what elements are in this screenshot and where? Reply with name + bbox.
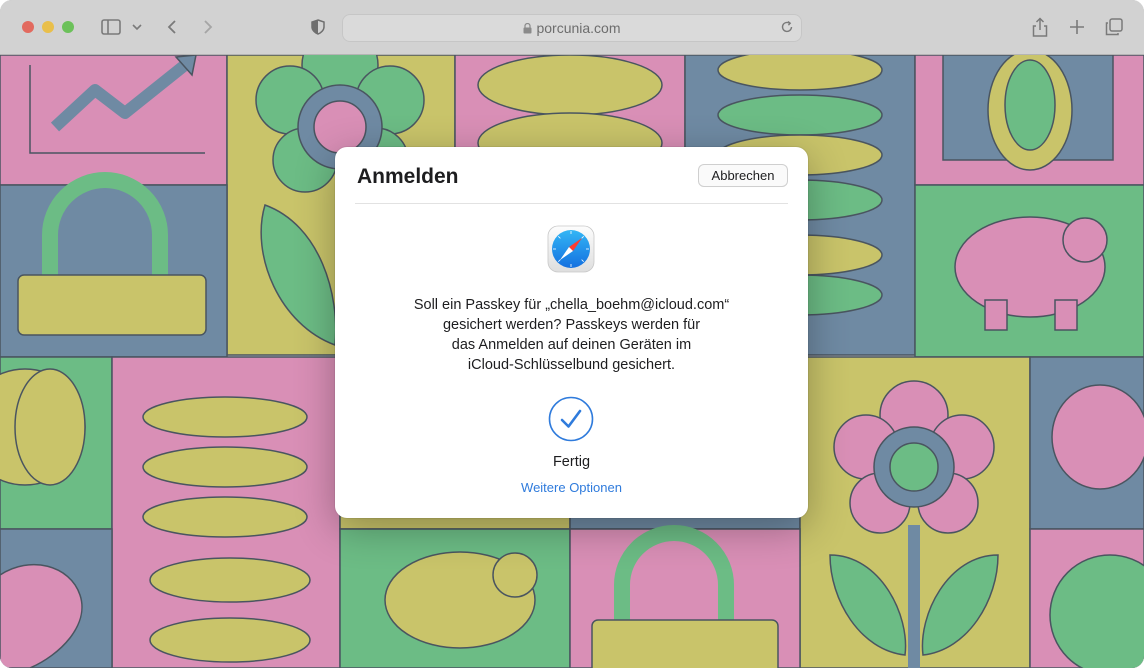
- share-icon[interactable]: [1030, 15, 1050, 39]
- close-window-button[interactable]: [22, 21, 34, 33]
- passkey-sign-in-dialog: Anmelden Abbrechen Soll ein Passkey für …: [335, 147, 808, 518]
- tab-overview-icon[interactable]: [1103, 15, 1125, 39]
- reload-icon[interactable]: [780, 20, 794, 39]
- zoom-window-button[interactable]: [62, 21, 74, 33]
- back-icon[interactable]: [162, 15, 182, 39]
- passkey-message: Soll ein Passkey für „chella_boehm@iclou…: [365, 295, 778, 375]
- url-display: porcunia.com: [342, 20, 802, 37]
- status-label: Fertig: [552, 454, 591, 470]
- message-line: Soll ein Passkey für „chella_boehm@iclou…: [413, 297, 730, 313]
- message-line: gesichert werden? Passkeys werden für: [442, 317, 701, 333]
- chevron-down-icon[interactable]: [130, 15, 144, 39]
- sidebar-icon[interactable]: [100, 15, 122, 39]
- forward-icon[interactable]: [198, 15, 218, 39]
- lock-icon: [523, 21, 532, 37]
- safari-app-icon: [547, 225, 595, 273]
- more-options-link[interactable]: Weitere Optionen: [335, 480, 808, 495]
- message-line: das Anmelden auf deinen Geräten im: [451, 337, 692, 353]
- url-text: porcunia.com: [536, 20, 621, 36]
- browser-toolbar: porcunia.com: [0, 0, 1144, 55]
- dialog-divider: [355, 203, 788, 204]
- message-line: iCloud-Schlüsselbund gesichert.: [467, 357, 676, 373]
- checkmark-icon: [548, 396, 594, 442]
- minimize-window-button[interactable]: [42, 21, 54, 33]
- privacy-shield-icon[interactable]: [308, 15, 328, 39]
- address-bar[interactable]: porcunia.com: [342, 14, 802, 42]
- new-tab-icon[interactable]: [1067, 15, 1087, 39]
- browser-window: porcunia.com Anmelden Abbrechen Soll ein…: [0, 0, 1144, 668]
- dialog-title: Anmelden: [357, 165, 459, 188]
- cancel-button[interactable]: Abbrechen: [699, 165, 787, 186]
